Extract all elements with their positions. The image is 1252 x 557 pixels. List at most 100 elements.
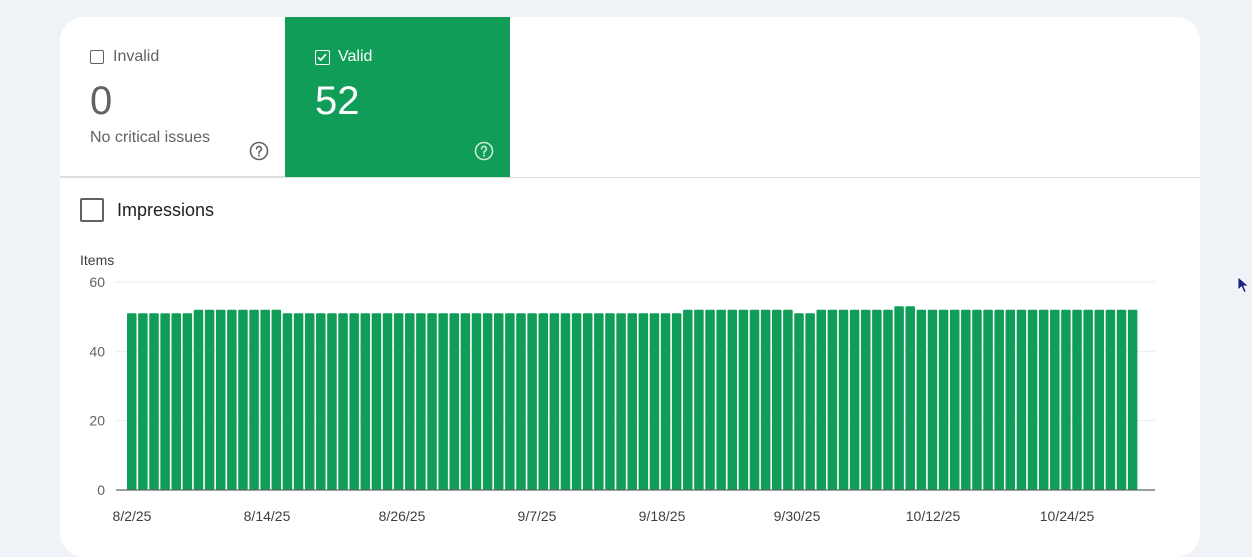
bar <box>460 313 471 490</box>
bar <box>427 313 437 490</box>
bar <box>516 313 526 490</box>
bar <box>249 309 259 490</box>
bar <box>338 313 348 490</box>
bar <box>227 309 237 490</box>
bar <box>1061 309 1071 490</box>
bar <box>1038 309 1049 490</box>
bar <box>805 313 815 490</box>
bar <box>360 313 371 490</box>
bar <box>260 309 270 490</box>
bar <box>293 313 304 490</box>
bar <box>193 309 204 490</box>
bar <box>894 306 904 490</box>
bar <box>493 313 504 490</box>
bar <box>716 309 726 490</box>
bar <box>916 309 927 490</box>
bar <box>1094 309 1105 490</box>
bar <box>849 309 860 490</box>
y-tick-label: 0 <box>97 482 105 498</box>
bar <box>438 313 448 490</box>
bar <box>527 313 537 490</box>
x-tick-label: 8/2/25 <box>113 508 152 524</box>
bar <box>1005 309 1016 490</box>
bar <box>694 309 704 490</box>
bar <box>405 313 415 490</box>
bar <box>582 313 593 490</box>
bar <box>827 309 838 490</box>
mouse-cursor-icon <box>1237 276 1250 294</box>
bar <box>271 309 282 490</box>
bar <box>1072 309 1082 490</box>
bar <box>783 309 793 490</box>
bar <box>127 313 137 490</box>
bar <box>282 313 293 490</box>
bar <box>883 309 893 490</box>
bar <box>594 313 604 490</box>
bar <box>1016 309 1027 490</box>
bar <box>182 313 193 490</box>
bar <box>772 309 782 490</box>
bar <box>816 309 827 490</box>
x-tick-label: 8/14/25 <box>244 508 291 524</box>
bar <box>316 313 326 490</box>
bar <box>215 309 226 490</box>
bar <box>1116 309 1127 490</box>
bar <box>171 313 181 490</box>
bar <box>905 306 915 490</box>
bar <box>327 313 337 490</box>
bar <box>983 309 993 490</box>
bar <box>838 309 849 490</box>
bar <box>304 313 315 490</box>
x-tick-label: 8/26/25 <box>379 508 426 524</box>
bar <box>1050 309 1060 490</box>
bar <box>605 313 615 490</box>
bar <box>705 309 715 490</box>
bar <box>471 313 482 490</box>
bar <box>994 309 1004 490</box>
bar <box>560 313 571 490</box>
bar <box>683 309 693 490</box>
bar <box>449 313 460 490</box>
bar <box>538 313 548 490</box>
bar <box>238 309 248 490</box>
bar <box>961 309 971 490</box>
bar <box>571 313 582 490</box>
bar <box>371 313 382 490</box>
bar <box>738 309 749 490</box>
bar <box>638 313 649 490</box>
bar <box>160 313 170 490</box>
x-tick-label: 10/24/25 <box>1040 508 1095 524</box>
bar <box>1027 309 1038 490</box>
bar <box>349 313 359 490</box>
y-tick-label: 40 <box>89 343 105 359</box>
index-coverage-card: Invalid 0 No critical issues Valid 52 Im… <box>60 17 1200 557</box>
bar <box>505 313 515 490</box>
bar <box>627 313 637 490</box>
bar <box>482 313 493 490</box>
bar <box>660 313 671 490</box>
y-tick-label: 20 <box>89 413 105 429</box>
bar <box>727 309 738 490</box>
bar <box>1083 309 1093 490</box>
bar <box>382 313 393 490</box>
bar <box>927 309 938 490</box>
x-tick-label: 9/18/25 <box>639 508 686 524</box>
bar <box>138 313 148 490</box>
bar <box>949 309 960 490</box>
bar <box>794 313 804 490</box>
y-tick-label: 60 <box>89 274 105 290</box>
x-tick-label: 9/7/25 <box>518 508 557 524</box>
y-axis-label: Items <box>80 252 114 268</box>
items-bar-chart: Items 0 20 40 60 8/2/25 8/14/25 8/26/25 9/7/25 9/… <box>80 252 1155 524</box>
bar <box>671 313 682 490</box>
bar <box>393 313 404 490</box>
bar <box>760 309 771 490</box>
x-tick-label: 10/12/25 <box>906 508 961 524</box>
bar <box>204 309 215 490</box>
bar <box>616 313 626 490</box>
bar <box>1105 309 1116 490</box>
bar <box>938 309 949 490</box>
bar <box>860 309 871 490</box>
bar <box>1127 309 1138 490</box>
bar <box>549 313 560 490</box>
